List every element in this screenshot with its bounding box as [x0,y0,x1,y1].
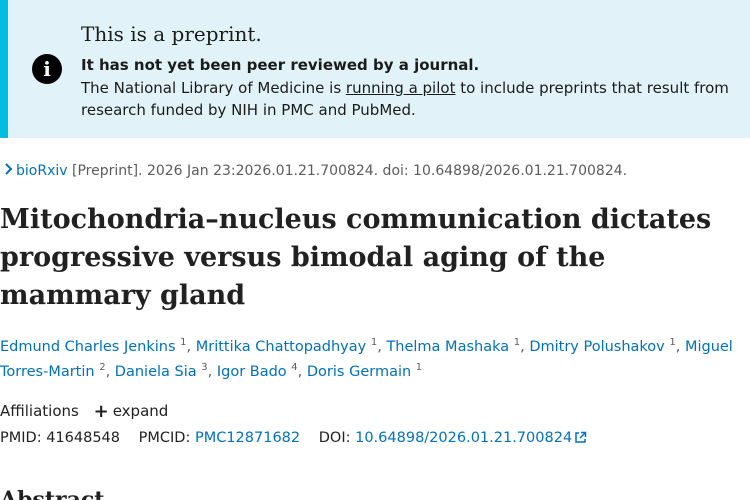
affiliations-row: Affiliations + expand [0,401,168,422]
affiliation-number[interactable]: 1 [416,362,422,373]
chevron-right-icon [0,163,16,179]
author-separator: , [207,364,213,380]
affiliations-label: Affiliations [0,402,79,420]
page: i This is a preprint. It has not yet bee… [0,0,750,500]
pmid-label: PMID: [0,430,42,446]
doi-value: 10.64898/2026.01.21.700824 [355,430,573,446]
author-link[interactable]: Thelma Mashaka [386,339,509,355]
expand-label: expand [112,402,169,420]
banner-text: The National Library of Medicine is runn… [81,77,741,121]
author-separator: , [297,364,303,380]
author-link[interactable]: Dmitry Polushakov [529,339,664,355]
banner-text-before: The National Library of Medicine is [81,79,346,97]
banner-title: This is a preprint. [81,22,262,46]
author-link[interactable]: Daniela Sia [115,364,197,380]
pmcid-label: PMCID: [138,430,191,446]
author-separator: , [520,339,525,355]
external-link-icon [574,431,587,448]
pmcid-link[interactable]: PMC12871682 [195,430,300,446]
abstract-heading: Abstract [0,487,105,500]
info-icon: i [32,54,62,84]
journal-link[interactable]: bioRxiv [16,163,68,179]
author-separator: , [186,339,192,355]
author-link[interactable]: Igor Bado [217,364,287,380]
doi-link[interactable]: 10.64898/2026.01.21.700824 [355,430,587,446]
author-separator: , [377,339,382,355]
citation-line: bioRxiv [Preprint]. 2026 Jan 23:2026.01.… [0,163,627,179]
plus-icon: + [93,401,109,422]
author-separator: , [675,339,681,355]
citation-details: [Preprint]. 2026 Jan 23:2026.01.21.70082… [67,163,628,179]
pmid-value: 41648548 [46,430,121,446]
expand-affiliations-button[interactable]: + expand [93,401,169,422]
running-pilot-link[interactable]: running a pilot [346,79,456,97]
article-ids: PMID: 41648548 PMCID: PMC12871682 DOI: 1… [0,430,587,448]
author-separator: , [105,364,111,380]
author-link[interactable]: Edmund Charles Jenkins [0,339,176,355]
author-list: Edmund Charles Jenkins 1, Mrittika Chatt… [0,335,740,385]
doi-label: DOI: [318,430,351,446]
author-link[interactable]: Mrittika Chattopadhyay [196,339,367,355]
preprint-banner: i This is a preprint. It has not yet bee… [0,0,750,138]
author-link[interactable]: Doris Germain [307,364,411,380]
banner-subtitle: It has not yet been peer reviewed by a j… [81,56,480,74]
article-title: Mitochondria–nucleus communication dicta… [0,204,712,311]
